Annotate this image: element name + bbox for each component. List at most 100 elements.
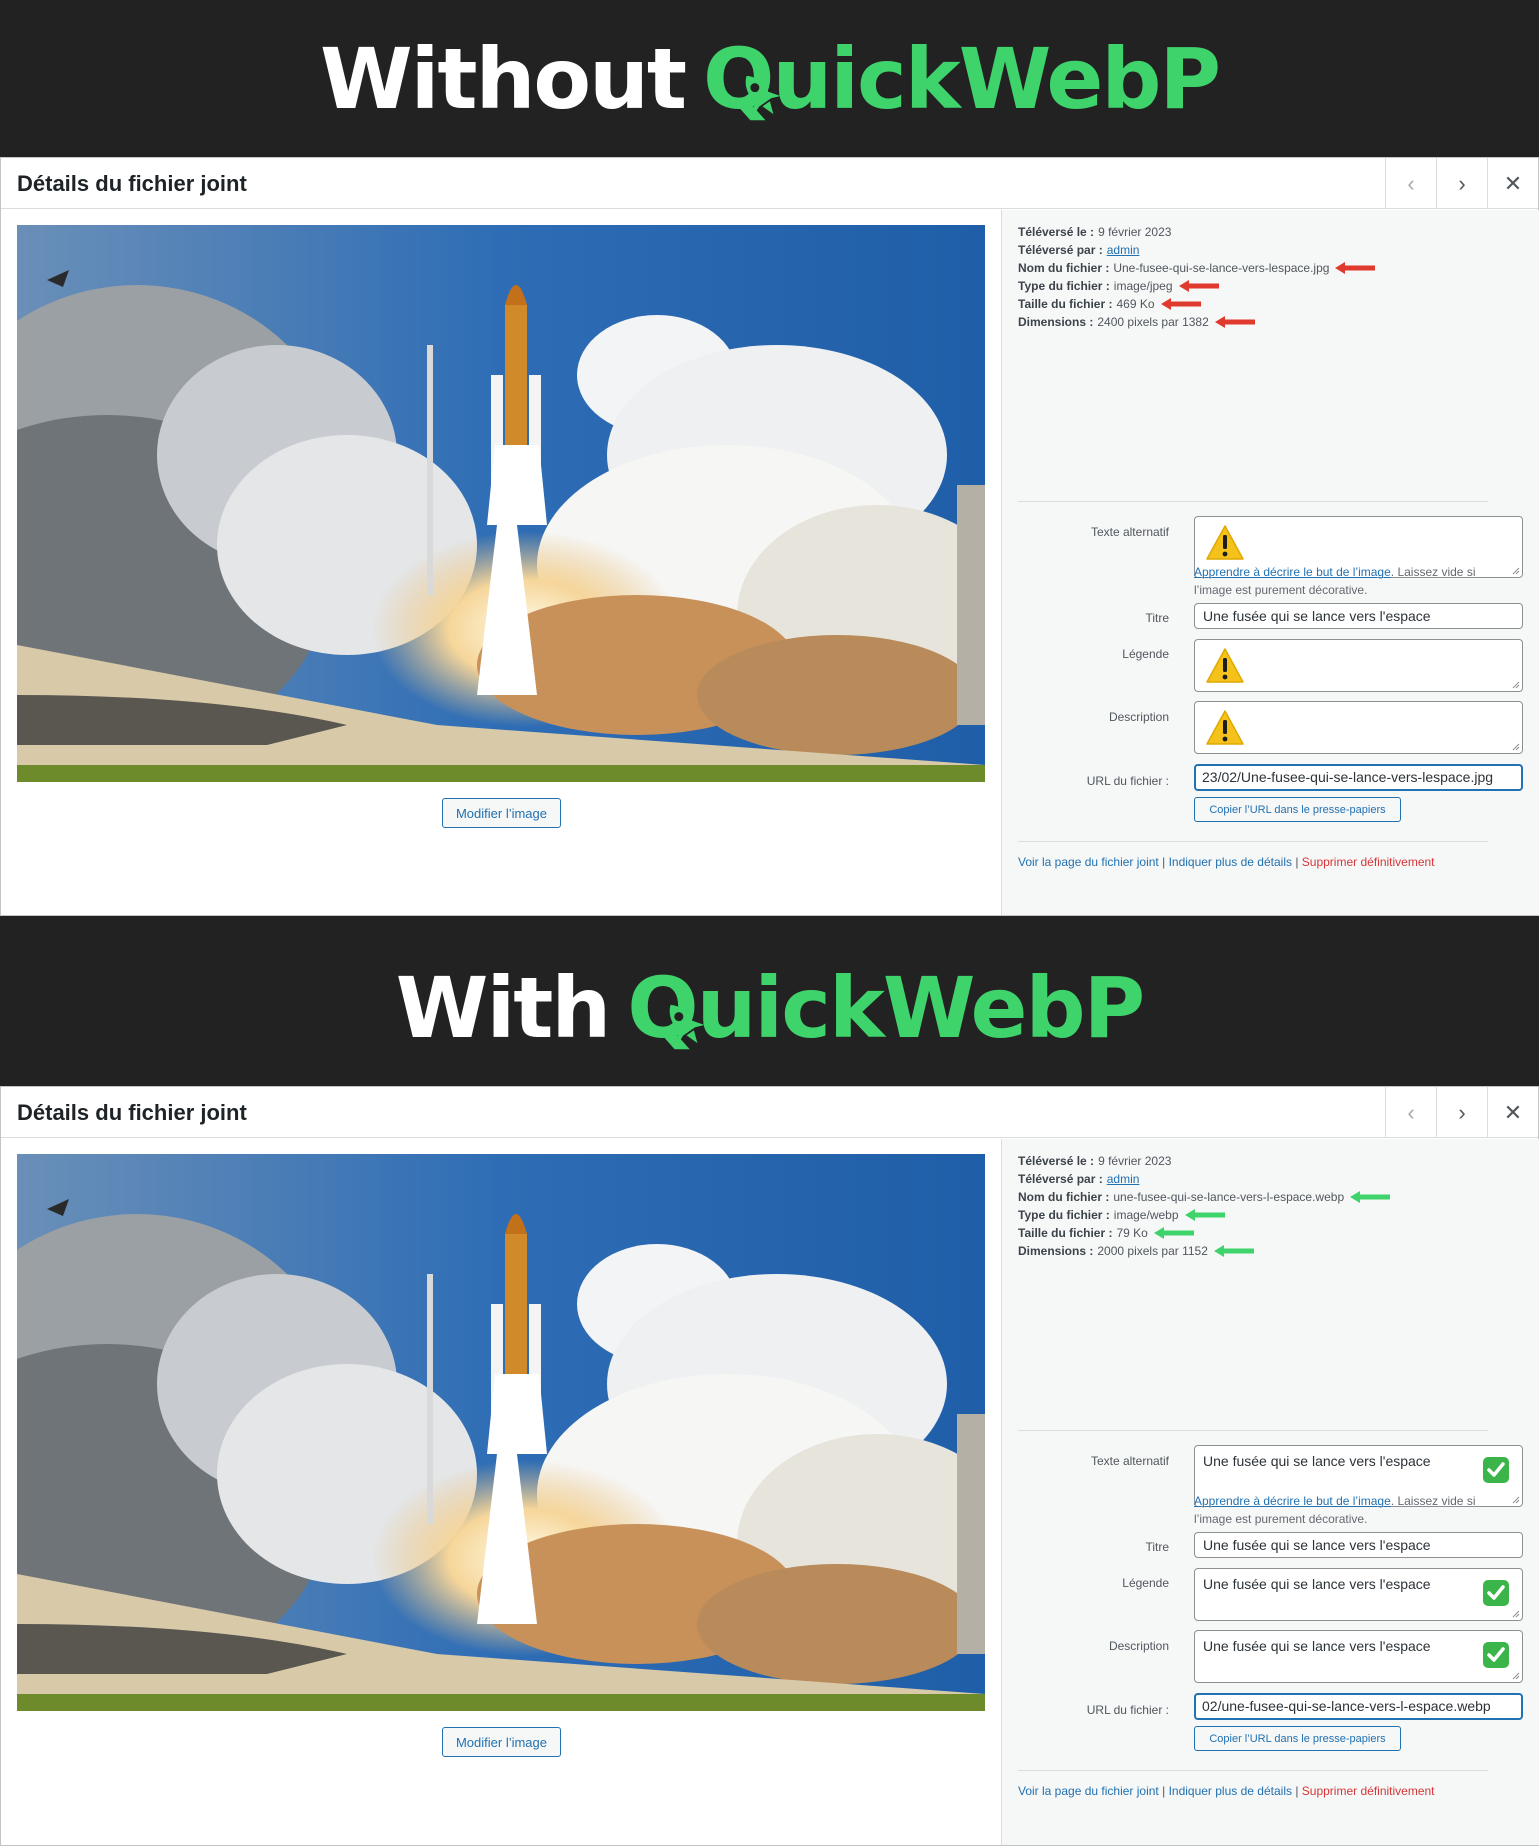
check-icon <box>1482 1641 1510 1669</box>
uploaded-by-label: Téléversé par : <box>1018 1172 1103 1186</box>
filename-value: Une-fusee-qui-se-lance-vers-lespace.jpg <box>1113 261 1330 275</box>
dimensions-value: 2400 pixels par 1382 <box>1097 315 1209 329</box>
previous-button[interactable]: ‹ <box>1385 1087 1436 1138</box>
resize-handle-icon[interactable] <box>1512 681 1520 689</box>
dimensions-value: 2000 pixels par 1152 <box>1097 1244 1208 1258</box>
uploaded-on-row: Téléversé le :9 février 2023 <box>1018 1152 1390 1170</box>
rocket-icon <box>657 997 711 1051</box>
alt-text-help-link[interactable]: Apprendre à décrire le but de l’image <box>1194 565 1391 579</box>
banner-heading: With QuickWebP <box>396 966 1145 1051</box>
caption-field[interactable] <box>1194 639 1523 692</box>
filename-row: Nom du fichier : une-fusee-qui-se-lance-v… <box>1018 1188 1390 1206</box>
separator: | <box>1291 1784 1302 1798</box>
divider <box>1018 841 1488 842</box>
divider <box>1018 501 1488 502</box>
edit-image-button[interactable]: Modifier l’image <box>442 1727 561 1757</box>
attachment-image <box>17 1154 985 1711</box>
title-label: Titre <box>1145 1540 1169 1554</box>
close-icon: ✕ <box>1503 170 1523 196</box>
arrow-left-icon <box>1179 280 1219 292</box>
chevron-left-icon: ‹ <box>1407 170 1415 196</box>
uploaded-by-link[interactable]: admin <box>1107 241 1140 259</box>
attachment-details-modal: Détails du fichier joint ‹ › ✕ Modifier … <box>0 157 1539 916</box>
more-details-link[interactable]: Indiquer plus de détails <box>1169 855 1292 869</box>
copy-url-button[interactable]: Copier l’URL dans le presse-papiers <box>1194 1726 1401 1751</box>
filesize-label: Taille du fichier : <box>1018 297 1113 311</box>
next-button[interactable]: › <box>1436 1087 1487 1138</box>
dimensions-label: Dimensions : <box>1018 1244 1094 1258</box>
warning-icon <box>1205 647 1245 685</box>
filetype-value: image/webp <box>1113 1208 1179 1222</box>
check-icon <box>1482 1456 1510 1484</box>
chevron-right-icon: › <box>1458 170 1466 196</box>
modal-title: Détails du fichier joint <box>17 1100 247 1125</box>
modal-title: Détails du fichier joint <box>17 171 247 196</box>
close-button[interactable]: ✕ <box>1487 158 1538 209</box>
file-url-label: URL du fichier : <box>1086 1703 1169 1717</box>
file-url-field[interactable]: 23/02/Une-fusee-qui-se-lance-vers-lespac… <box>1194 764 1523 791</box>
filename-value: une-fusee-qui-se-lance-vers-l-espace.web… <box>1113 1190 1345 1204</box>
caption-value: Une fusée qui se lance vers l'espace <box>1203 1576 1431 1592</box>
chevron-right-icon: › <box>1458 1099 1466 1125</box>
alt-text-help: Apprendre à décrire le but de l’image. L… <box>1194 1492 1514 1528</box>
banner-with: With QuickWebP <box>0 929 1539 1086</box>
file-details: Téléversé le :9 février 2023 Téléversé p… <box>1018 1152 1390 1260</box>
view-attachment-link[interactable]: Voir la page du fichier joint <box>1018 1784 1159 1798</box>
filetype-row: Type du fichier : image/jpeg <box>1018 277 1375 295</box>
filename-label: Nom du fichier : <box>1018 1190 1110 1204</box>
edit-image-button[interactable]: Modifier l’image <box>442 798 561 828</box>
chevron-left-icon: ‹ <box>1407 1099 1415 1125</box>
uploaded-by-row: Téléversé par : admin <box>1018 241 1375 259</box>
delete-permanently-link[interactable]: Supprimer définitivement <box>1302 1784 1435 1798</box>
uploaded-by-link[interactable]: admin <box>1107 1170 1140 1188</box>
delete-permanently-link[interactable]: Supprimer définitivement <box>1302 855 1435 869</box>
filesize-value: 469 Ko <box>1116 297 1155 311</box>
description-value: Une fusée qui se lance vers l'espace <box>1203 1638 1431 1654</box>
title-field[interactable]: Une fusée qui se lance vers l'espace <box>1194 603 1523 629</box>
filename-label: Nom du fichier : <box>1018 261 1110 275</box>
filesize-value: 79 Ko <box>1116 1226 1148 1240</box>
resize-handle-icon[interactable] <box>1512 1610 1520 1618</box>
filetype-row: Type du fichier : image/webp <box>1018 1206 1390 1224</box>
divider <box>1018 1430 1488 1431</box>
attachment-actions: Voir la page du fichier joint | Indiquer… <box>1018 1784 1435 1798</box>
separator: | <box>1291 855 1302 869</box>
title-field[interactable]: Une fusée qui se lance vers l'espace <box>1194 1532 1523 1558</box>
arrow-left-icon <box>1161 298 1201 310</box>
previous-button[interactable]: ‹ <box>1385 158 1436 209</box>
filetype-value: image/jpeg <box>1113 279 1173 293</box>
description-field[interactable] <box>1194 701 1523 754</box>
banner-heading: Without QuickWebP <box>320 37 1221 121</box>
next-button[interactable]: › <box>1436 158 1487 209</box>
attachment-image <box>17 225 985 782</box>
filesize-row: Taille du fichier :469 Ko <box>1018 295 1375 313</box>
view-attachment-link[interactable]: Voir la page du fichier joint <box>1018 855 1159 869</box>
attachment-info: Téléversé le :9 février 2023 Téléversé p… <box>1001 210 1539 915</box>
close-button[interactable]: ✕ <box>1487 1087 1538 1138</box>
resize-handle-icon[interactable] <box>1512 1672 1520 1680</box>
modal-header: Détails du fichier joint ‹ › ✕ <box>1 158 1538 209</box>
file-url-field[interactable]: 02/une-fusee-qui-se-lance-vers-l-espace.… <box>1194 1693 1523 1720</box>
banner-prefix: With <box>395 958 611 1057</box>
alt-text-label: Texte alternatif <box>1090 525 1169 539</box>
copy-url-button[interactable]: Copier l’URL dans le presse-papiers <box>1194 797 1401 822</box>
resize-handle-icon[interactable] <box>1512 743 1520 751</box>
more-details-link[interactable]: Indiquer plus de détails <box>1169 1784 1292 1798</box>
uploaded-on-row: Téléversé le :9 février 2023 <box>1018 223 1375 241</box>
separator: | <box>1158 1784 1169 1798</box>
description-label: Description <box>1108 710 1169 724</box>
description-field[interactable]: Une fusée qui se lance vers l'espace <box>1194 1630 1523 1683</box>
alt-text-help: Apprendre à décrire le but de l’image. L… <box>1194 563 1514 599</box>
attachment-details-modal: Détails du fichier joint ‹ › ✕ Modifier … <box>0 1086 1539 1846</box>
file-details: Téléversé le :9 février 2023 Téléversé p… <box>1018 223 1375 331</box>
arrow-left-icon <box>1350 1191 1390 1203</box>
file-url-label: URL du fichier : <box>1086 774 1169 788</box>
caption-field[interactable]: Une fusée qui se lance vers l'espace <box>1194 1568 1523 1621</box>
filename-row: Nom du fichier : Une-fusee-qui-se-lance-v… <box>1018 259 1375 277</box>
brand-name: QuickWebP <box>703 30 1221 128</box>
filesize-row: Taille du fichier :79 Ko <box>1018 1224 1390 1242</box>
dimensions-row: Dimensions :2000 pixels par 1152 <box>1018 1242 1390 1260</box>
arrow-left-icon <box>1185 1209 1225 1221</box>
filetype-label: Type du fichier : <box>1018 1208 1110 1222</box>
alt-text-help-link[interactable]: Apprendre à décrire le but de l’image <box>1194 1494 1391 1508</box>
